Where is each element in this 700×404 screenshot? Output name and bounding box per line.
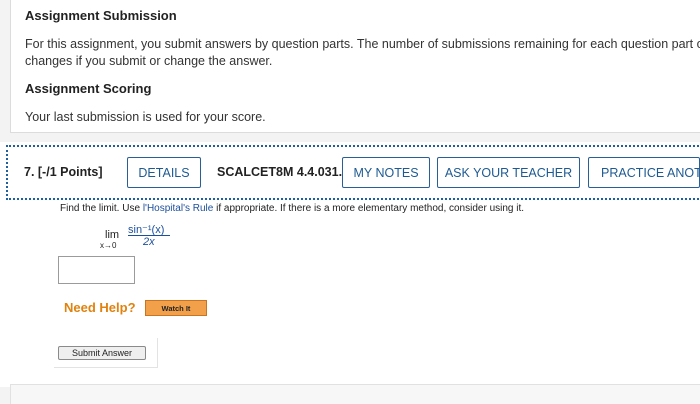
my-notes-button[interactable]: MY NOTES xyxy=(342,157,430,188)
practice-another-button[interactable]: PRACTICE ANOTH xyxy=(588,157,700,188)
watch-it-button[interactable]: Watch It xyxy=(145,300,207,316)
submit-answer-button[interactable]: Submit Answer xyxy=(58,346,146,360)
scoring-heading: Assignment Scoring xyxy=(25,81,152,96)
need-help-label: Need Help? xyxy=(64,300,136,315)
answer-input[interactable] xyxy=(58,256,135,284)
question-number-points: 7. [-/1 Points] xyxy=(24,165,103,179)
submission-text-line1: For this assignment, you submit answers … xyxy=(25,37,700,51)
details-button[interactable]: DETAILS xyxy=(127,157,201,188)
scoring-text: Your last submission is used for your sc… xyxy=(25,110,266,124)
submission-text-line2: changes if you submit or change the answ… xyxy=(25,54,273,68)
limit-operator: lim xyxy=(105,229,120,241)
lhospital-rule-link[interactable]: l'Hospital's Rule xyxy=(143,203,214,214)
fraction-denominator: 2x xyxy=(143,236,155,248)
limit-approach: x→0 xyxy=(100,241,117,250)
question-code: SCALCET8M 4.4.031. xyxy=(217,165,343,179)
assignment-info-card: Assignment Submission For this assignmen… xyxy=(10,0,700,133)
next-question-card xyxy=(10,384,700,404)
ask-your-teacher-button[interactable]: ASK YOUR TEACHER xyxy=(437,157,580,188)
question-prompt: Find the limit. Use l'Hospital's Rule if… xyxy=(60,203,525,214)
submission-heading: Assignment Submission xyxy=(25,8,177,23)
